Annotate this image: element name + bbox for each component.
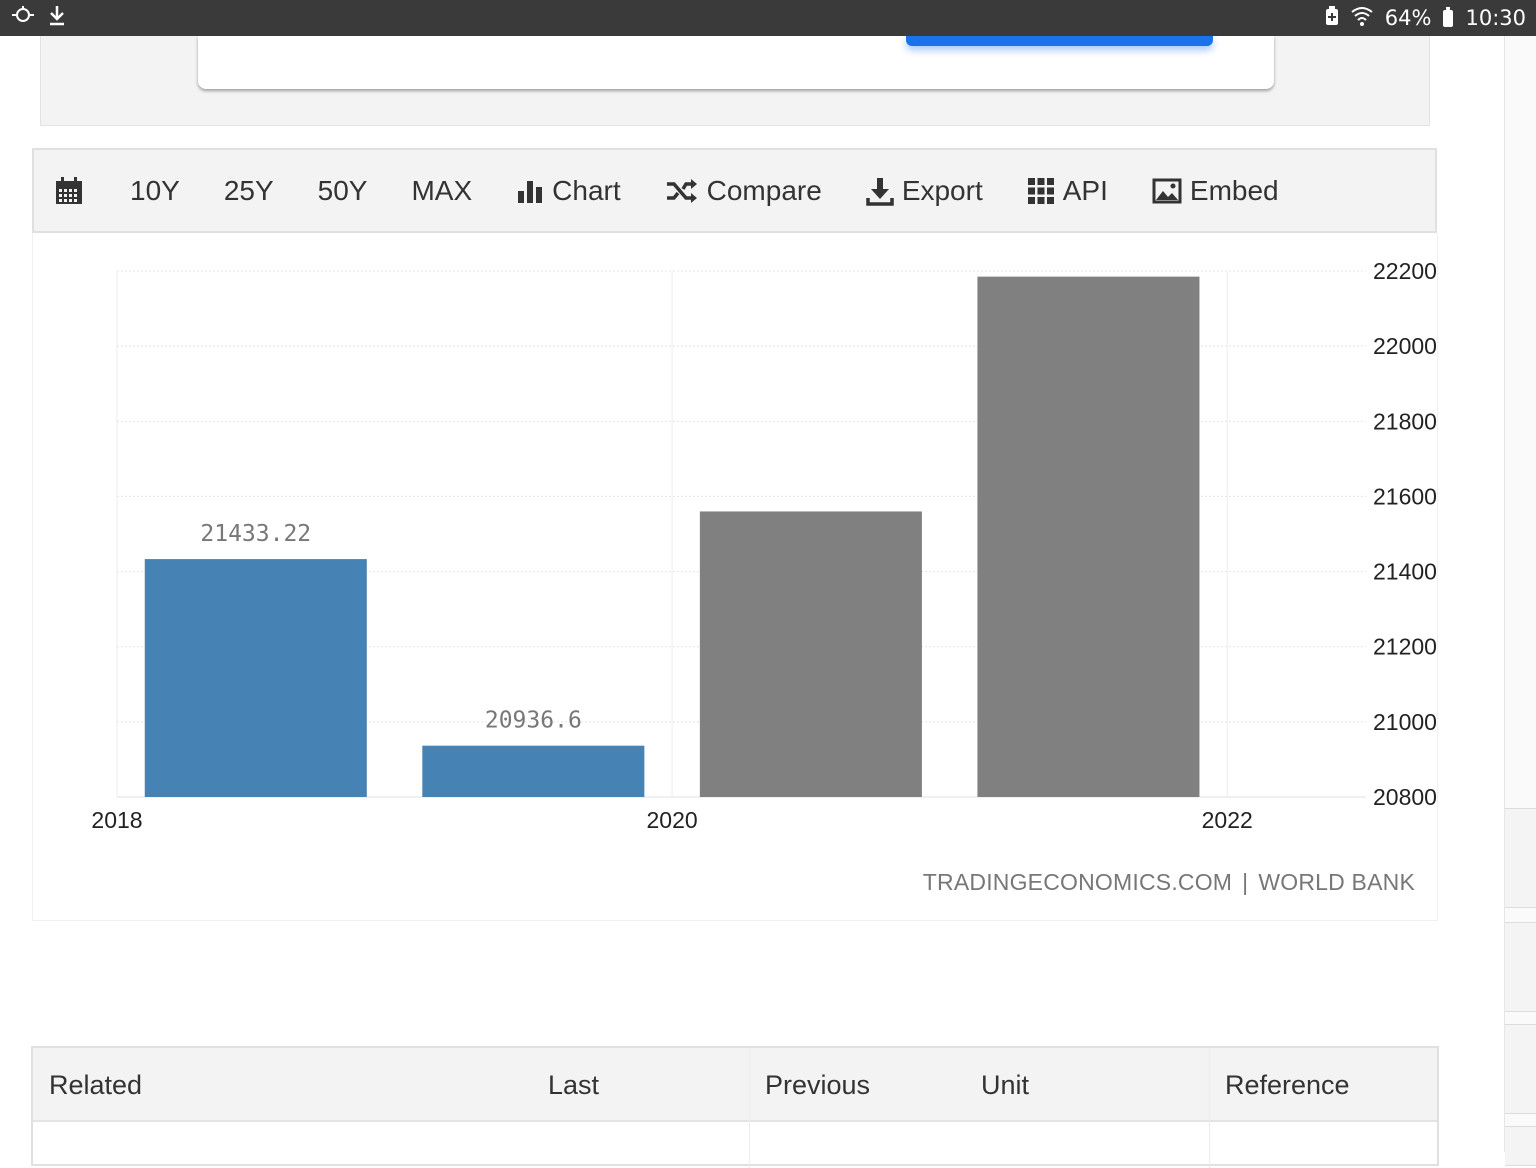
y-tick-label: 22000 — [1373, 333, 1437, 359]
chart-type-button[interactable]: Chart — [516, 175, 621, 207]
chart-toolbar: 10Y 25Y 50Y MAX Chart Compare Export API — [32, 148, 1437, 233]
range-max-button[interactable]: MAX — [411, 175, 472, 207]
battery-percent: 64% — [1384, 6, 1432, 30]
api-button[interactable]: API — [1027, 175, 1108, 207]
top-panel — [40, 36, 1430, 126]
export-button[interactable]: Export — [866, 175, 983, 207]
chart-source: TRADINGECONOMICS.COM | WORLD BANK — [923, 869, 1415, 896]
side-block — [1505, 1126, 1536, 1166]
sync-icon — [10, 5, 36, 31]
page-side-strip — [1504, 36, 1536, 1166]
shuffle-icon — [665, 177, 699, 205]
battery-saver-icon — [1325, 5, 1339, 31]
related-table-header: Related Last Previous Unit Reference — [33, 1048, 1437, 1122]
download-icon — [48, 4, 66, 32]
header-reference: Reference — [1225, 1070, 1350, 1100]
primary-button[interactable] — [906, 36, 1213, 46]
bar-2022 — [977, 276, 1200, 797]
y-tick-label: 21000 — [1373, 709, 1437, 735]
source-provider: WORLD BANK — [1258, 869, 1415, 895]
y-tick-label: 22200 — [1373, 258, 1437, 284]
calendar-icon — [54, 176, 84, 206]
side-block — [1505, 1024, 1536, 1114]
source-separator: | — [1242, 869, 1249, 895]
column-divider — [1209, 1048, 1210, 1168]
compare-button[interactable]: Compare — [665, 175, 822, 207]
battery-icon — [1443, 6, 1454, 27]
download-icon — [866, 176, 894, 206]
data-label-2019: 21433.22 — [200, 521, 311, 547]
y-tick-label: 21600 — [1373, 483, 1437, 509]
embed-button[interactable]: Embed — [1152, 175, 1279, 207]
clock: 10:30 — [1465, 6, 1526, 30]
column-divider — [749, 1048, 750, 1168]
bar-chart: 22200 22000 21800 21600 21400 21200 21000 20800… — [91, 258, 1437, 833]
wifi-icon — [1351, 6, 1373, 31]
bar-2019 — [144, 559, 367, 797]
calendar-button[interactable] — [54, 176, 84, 206]
bar-chart-icon — [516, 177, 544, 205]
chart-area: 22200 22000 21800 21600 21400 21200 21000 20800… — [32, 233, 1438, 921]
grid-icon — [1027, 177, 1055, 205]
range-50y-button[interactable]: 50Y — [318, 175, 368, 207]
y-tick-label: 21200 — [1373, 634, 1437, 660]
image-icon — [1152, 178, 1182, 204]
y-tick-label: 20800 — [1373, 784, 1437, 810]
data-label-2020: 20936.6 — [485, 708, 582, 734]
source-link[interactable]: TRADINGECONOMICS.COM — [923, 869, 1232, 896]
y-tick-label: 21800 — [1373, 408, 1437, 434]
header-last: Last — [548, 1070, 600, 1100]
related-table: Related Last Previous Unit Reference — [31, 1046, 1439, 1168]
header-related: Related — [49, 1070, 143, 1100]
bar-2021 — [699, 511, 922, 797]
header-previous: Previous — [765, 1070, 871, 1100]
status-bar: 64% 10:30 — [0, 0, 1536, 36]
bar-2020 — [422, 745, 645, 797]
side-block — [1505, 808, 1536, 908]
x-tick-label: 2020 — [647, 807, 698, 833]
x-tick-label: 2018 — [91, 807, 142, 833]
range-10y-button[interactable]: 10Y — [130, 175, 180, 207]
header-unit: Unit — [981, 1070, 1030, 1100]
y-tick-label: 21400 — [1373, 559, 1437, 585]
x-tick-label: 2022 — [1202, 807, 1253, 833]
side-block — [1505, 922, 1536, 1012]
range-25y-button[interactable]: 25Y — [224, 175, 274, 207]
top-card — [198, 36, 1274, 89]
